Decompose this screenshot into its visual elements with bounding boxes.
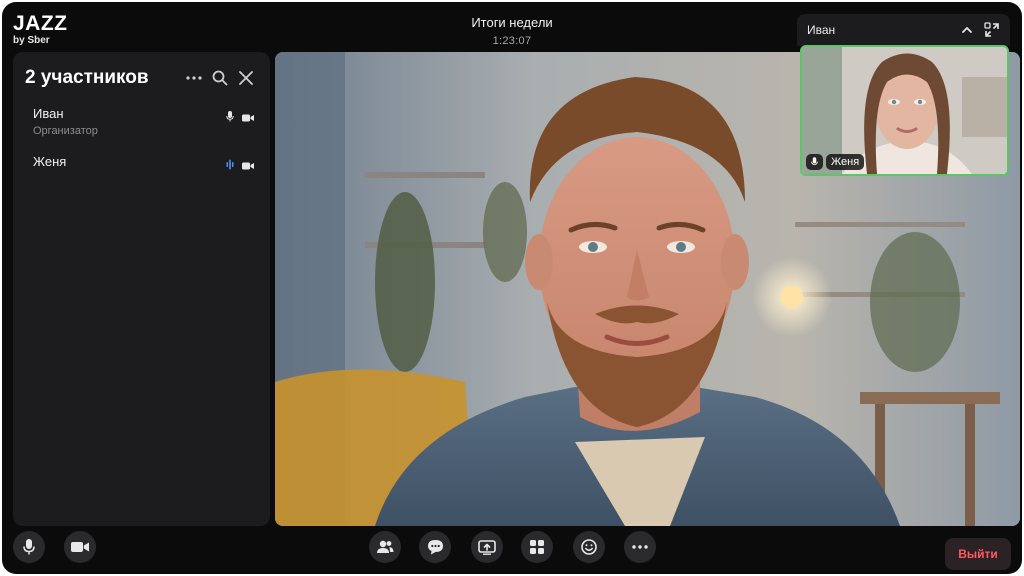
more-options-icon [632, 545, 648, 549]
participant-status-icons [226, 109, 254, 127]
participants-count-title: 2 участников [25, 67, 149, 88]
participants-button[interactable] [369, 531, 401, 563]
camera-icon [71, 541, 89, 553]
participants-panel: 2 участников Иван Организатор Женя [13, 52, 270, 526]
microphone-icon [23, 539, 35, 555]
pip-video-feed[interactable]: Женя [800, 45, 1009, 176]
app-window: JAZZ by Sber Итоги недели 1:23:07 2 учас… [2, 2, 1022, 574]
grid-layout-icon [530, 540, 544, 554]
pip-participant-name: Женя [826, 154, 865, 170]
emoji-icon [581, 539, 597, 555]
speaking-indicator-icon [226, 157, 234, 175]
chevron-up-icon[interactable] [962, 27, 972, 33]
swap-video-icon[interactable] [984, 22, 1000, 38]
more-options-button[interactable] [624, 531, 656, 563]
microphone-button[interactable] [13, 531, 45, 563]
chat-icon [427, 539, 444, 555]
participant-row[interactable]: Женя [33, 154, 254, 170]
layout-button[interactable] [521, 531, 553, 563]
logo-subtitle: by Sber [13, 35, 50, 46]
participant-status-icons [226, 157, 254, 175]
participant-name: Женя [33, 154, 67, 169]
camera-button[interactable] [64, 531, 96, 563]
jazz-logo: JAZZ by Sber [13, 13, 68, 46]
chat-button[interactable] [419, 531, 451, 563]
participants-icon [376, 540, 394, 554]
screen-share-button[interactable] [471, 531, 503, 563]
more-options-icon[interactable] [182, 66, 206, 90]
participant-name: Иван [33, 106, 64, 121]
pip-label: Женя [806, 154, 865, 170]
participant-row[interactable]: Иван Организатор [33, 106, 254, 137]
pip-header-name: Иван [807, 23, 836, 37]
camera-icon [242, 109, 254, 127]
mic-icon [806, 154, 823, 170]
reactions-button[interactable] [573, 531, 605, 563]
participants-panel-header: 2 участников [25, 66, 258, 90]
logo-text: JAZZ [13, 12, 68, 35]
screen-share-icon [478, 539, 496, 555]
mic-icon [226, 109, 234, 127]
participant-role: Организатор [33, 125, 98, 137]
pip-header: Иван [797, 14, 1010, 46]
search-icon[interactable] [208, 66, 232, 90]
camera-icon [242, 157, 254, 175]
close-icon[interactable] [234, 66, 258, 90]
leave-call-button[interactable]: Выйти [945, 538, 1011, 570]
